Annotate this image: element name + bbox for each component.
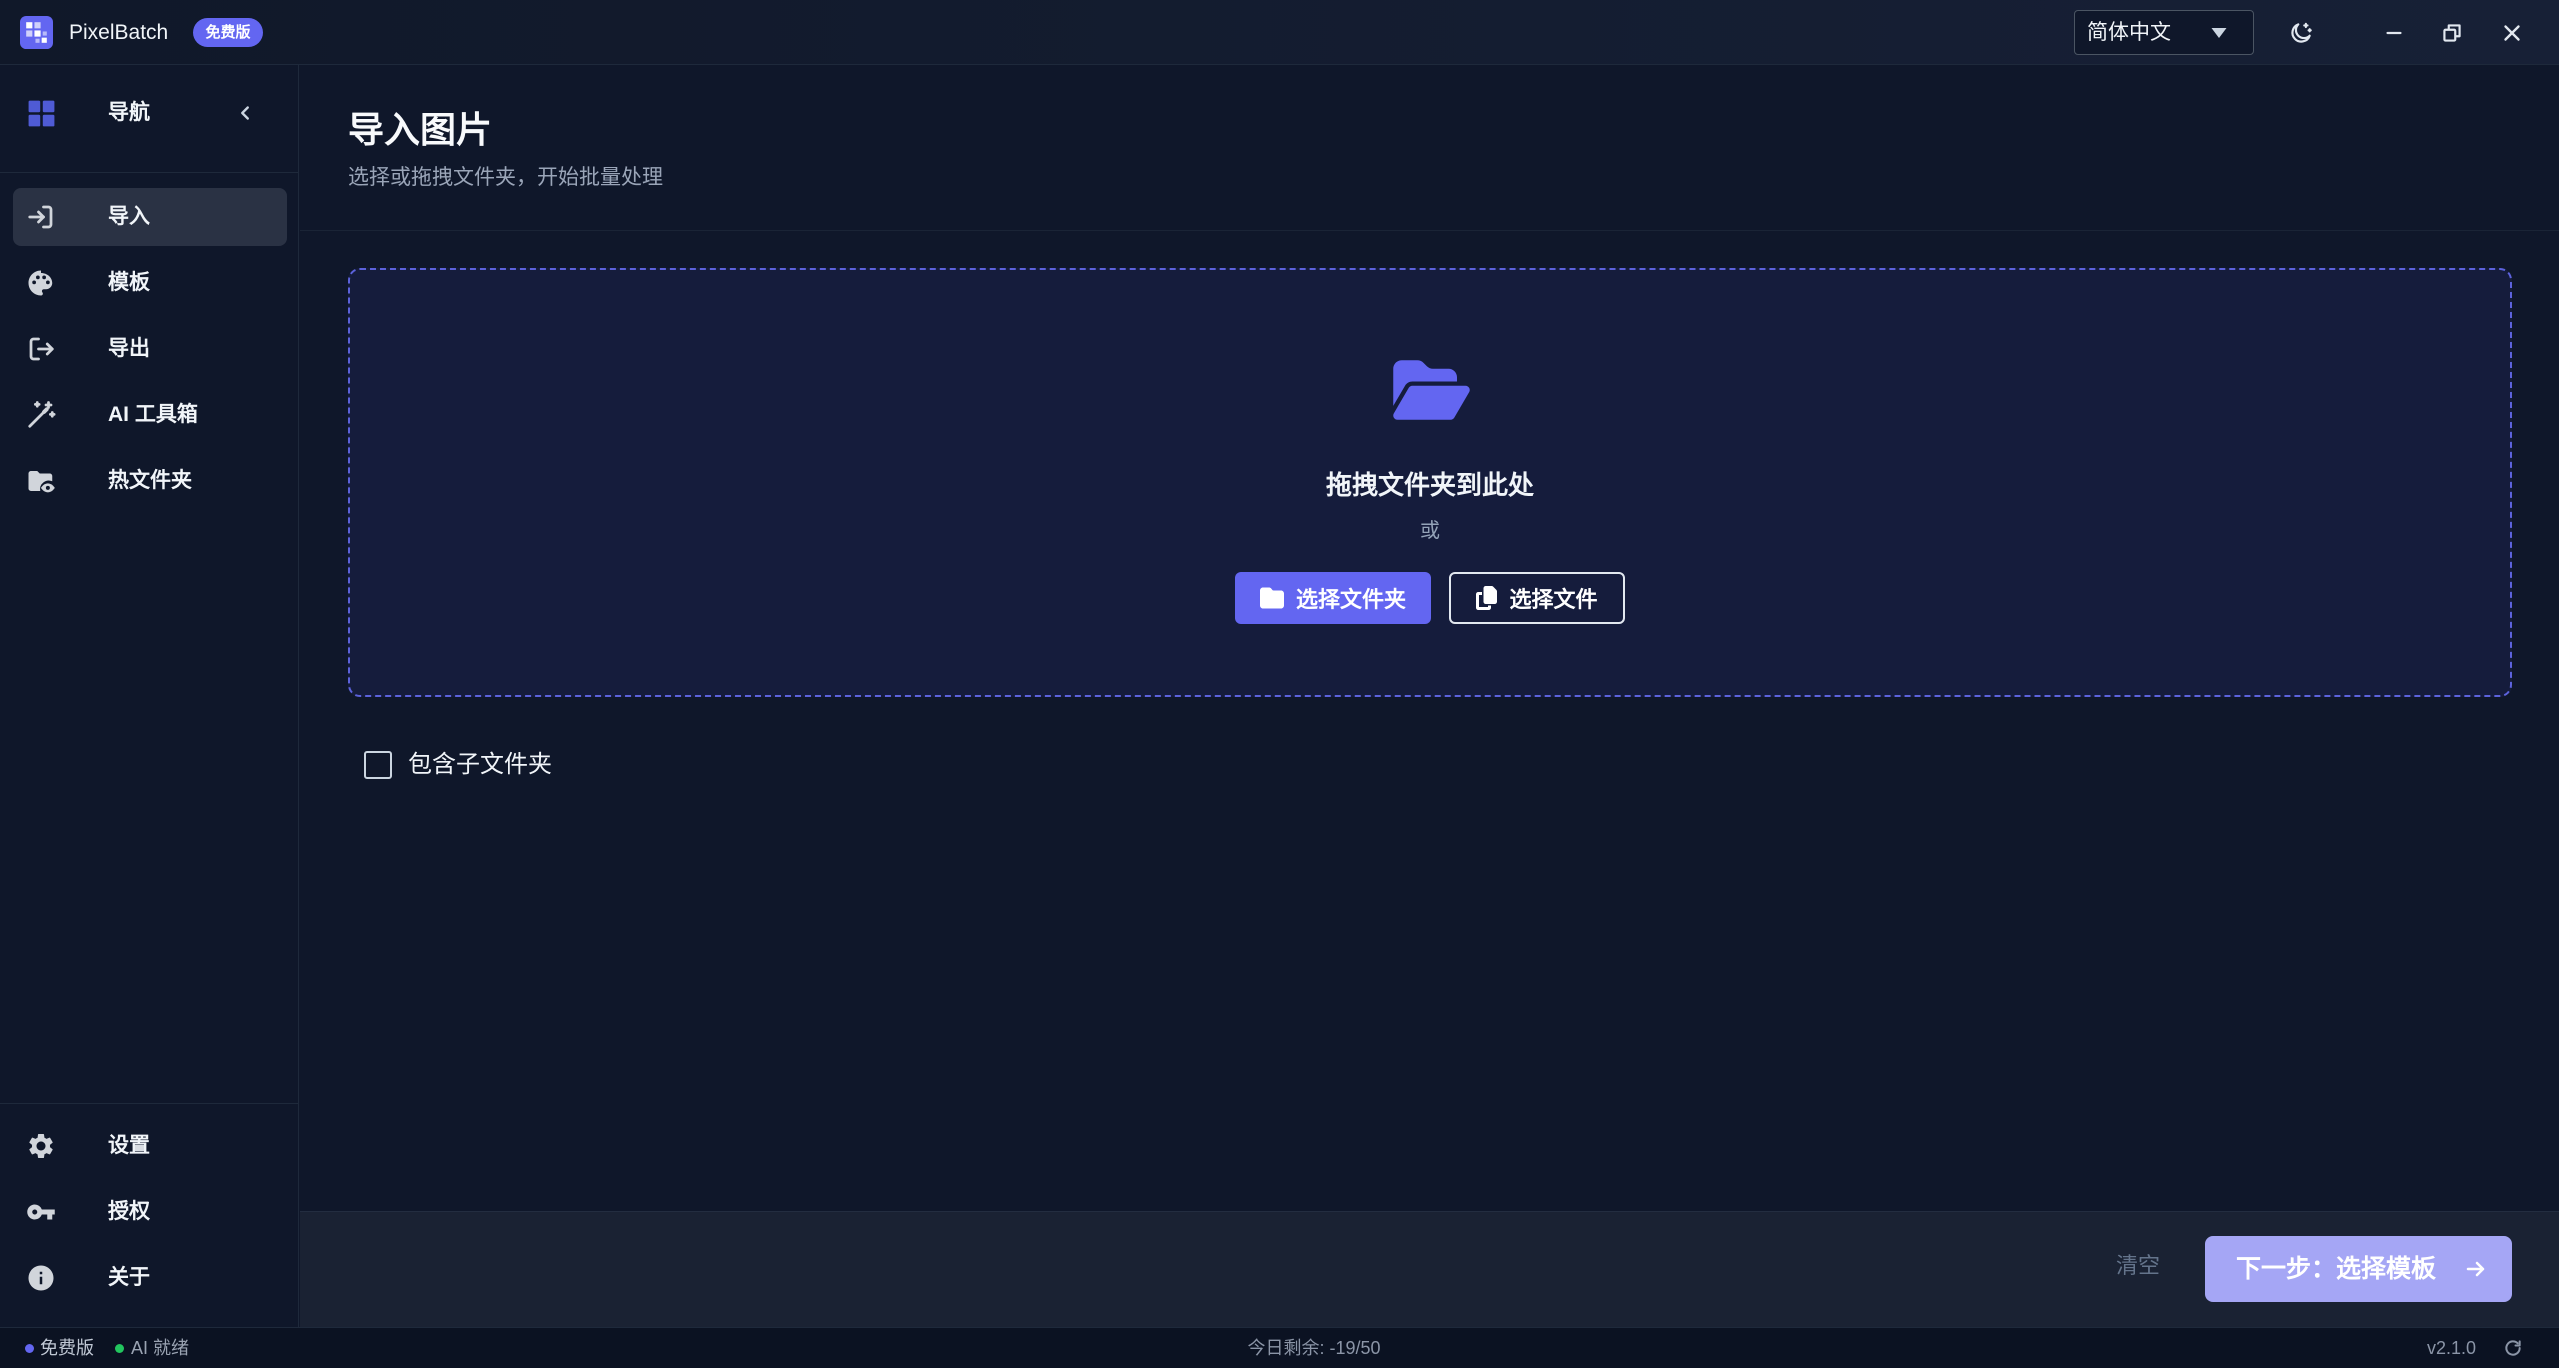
info-icon (26, 1263, 56, 1293)
hot-folder-icon (26, 466, 56, 496)
close-button[interactable] (2499, 20, 2525, 46)
sidebar-item-about[interactable]: 关于 (13, 1249, 287, 1307)
arrow-right-icon (2466, 1261, 2485, 1277)
page-subtitle: 选择或拖拽文件夹，开始批量处理 (348, 166, 663, 189)
dashboard-grid-icon (28, 100, 55, 127)
next-step-button[interactable]: 下一步：选择模板 (2205, 1236, 2512, 1302)
sidebar-item-label: 授权 (108, 1200, 150, 1223)
next-step-label: 下一步：选择模板 (2236, 1255, 2437, 1283)
sidebar-item-import[interactable]: 导入 (13, 188, 287, 246)
sidebar-item-export[interactable]: 导出 (13, 320, 287, 378)
sidebar-item-label: 模板 (108, 271, 150, 294)
sidebar-header: 导航 (0, 65, 298, 173)
select-files-label: 选择文件 (1509, 587, 1598, 612)
main-content: 导入图片 选择或拖拽文件夹，开始批量处理 拖拽文件夹到此处 或 选择文件夹 选择… (300, 65, 2559, 1327)
title-bar: PixelBatch 免费版 简体中文 (0, 0, 2559, 65)
page-title: 导入图片 (348, 109, 493, 150)
include-subfolders-checkbox[interactable] (364, 751, 392, 779)
sidebar-divider (0, 1103, 298, 1104)
sidebar-item-label: 设置 (108, 1134, 150, 1157)
action-bar: 清空 下一步：选择模板 (300, 1211, 2559, 1327)
sidebar-item-license[interactable]: 授权 (13, 1183, 287, 1241)
header-divider (300, 230, 2559, 231)
plan-badge: 免费版 (193, 18, 263, 47)
gear-icon (26, 1131, 56, 1161)
daily-quota: 今日剩余: -19/50 (1247, 1338, 1381, 1358)
status-bar: 免费版 AI 就绪 今日剩余: -19/50 v2.1.0 (0, 1327, 2559, 1368)
restore-icon (2443, 24, 2461, 42)
clear-button[interactable]: 清空 (2108, 1250, 2168, 1282)
app-logo-icon (20, 16, 53, 49)
drop-zone-or: 或 (1420, 520, 1440, 542)
theme-toggle-button[interactable] (2288, 20, 2314, 46)
close-icon (2504, 25, 2520, 41)
key-icon (26, 1197, 56, 1227)
drop-zone[interactable]: 拖拽文件夹到此处 或 选择文件夹 选择文件 (348, 268, 2512, 697)
sidebar-item-templates[interactable]: 模板 (13, 254, 287, 312)
sidebar-item-label: 导入 (108, 205, 150, 228)
import-icon (26, 202, 56, 232)
ai-status: AI 就绪 (131, 1338, 190, 1358)
language-select[interactable]: 简体中文 (2074, 10, 2254, 55)
refresh-icon[interactable] (2503, 1338, 2523, 1358)
caret-down-icon (2211, 28, 2227, 38)
theme-toggle-icon (2291, 22, 2312, 43)
plan-status-dot (25, 1344, 34, 1353)
magic-wand-icon (26, 400, 56, 430)
folder-icon (1259, 587, 1284, 609)
sidebar-item-hot-folder[interactable]: 热文件夹 (13, 452, 287, 510)
select-folder-label: 选择文件夹 (1295, 587, 1406, 612)
folder-open-icon (1393, 360, 1470, 420)
select-folder-button[interactable]: 选择文件夹 (1235, 572, 1431, 624)
sidebar-item-label: AI 工具箱 (108, 403, 198, 426)
sidebar-item-label: 导出 (108, 337, 150, 360)
minimize-button[interactable] (2381, 20, 2407, 46)
export-icon (26, 334, 56, 364)
restore-button[interactable] (2439, 20, 2465, 46)
sidebar-item-label: 热文件夹 (108, 469, 192, 492)
sidebar-item-ai-toolbox[interactable]: AI 工具箱 (13, 386, 287, 444)
sidebar-nav: 导入 模板 导出 AI 工具箱 热文件夹 (13, 188, 287, 510)
palette-icon (26, 268, 56, 298)
language-select-value: 简体中文 (2087, 21, 2171, 44)
app-version: v2.1.0 (2426, 1338, 2476, 1358)
sidebar-bottom-nav: 设置 授权 关于 (13, 1117, 287, 1307)
drop-zone-prompt: 拖拽文件夹到此处 (1325, 470, 1534, 500)
select-files-button[interactable]: 选择文件 (1449, 572, 1625, 624)
app-name: PixelBatch (69, 21, 169, 44)
minimize-icon (2386, 31, 2402, 35)
plan-status: 免费版 (40, 1338, 94, 1358)
files-icon (1476, 586, 1498, 610)
include-subfolders-label[interactable]: 包含子文件夹 (408, 751, 552, 779)
sidebar-item-label: 关于 (108, 1266, 150, 1289)
app-window: PixelBatch 免费版 简体中文 导航 导入 模板 导出 AI 工具箱 热… (0, 0, 2559, 1368)
sidebar: 导航 导入 模板 导出 AI 工具箱 热文件夹 设置 授权 关于 (0, 65, 299, 1327)
ai-status-dot (115, 1344, 124, 1353)
sidebar-item-settings[interactable]: 设置 (13, 1117, 287, 1175)
sidebar-title: 导航 (108, 101, 150, 124)
drop-zone-actions: 选择文件夹 选择文件 (350, 572, 2510, 624)
collapse-sidebar-chevron-left-icon[interactable] (234, 102, 256, 124)
